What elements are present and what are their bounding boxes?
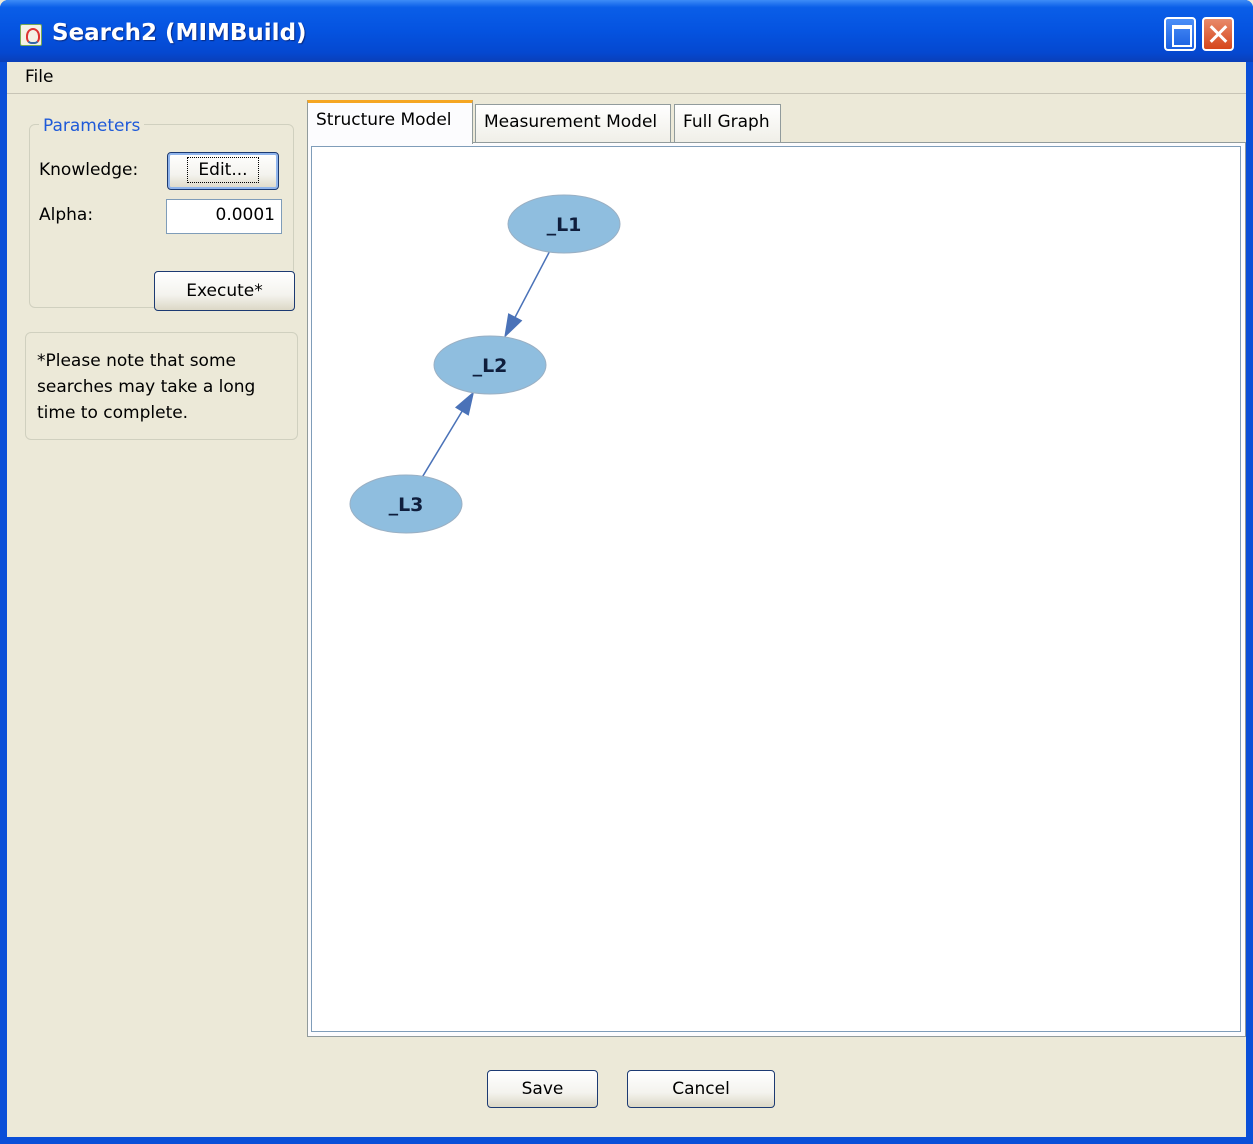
node-label-l1: _L1 bbox=[547, 214, 582, 236]
edit-knowledge-button[interactable]: Edit... bbox=[167, 152, 279, 190]
arrowhead-_L1-_L2 bbox=[504, 313, 523, 339]
java-icon bbox=[20, 24, 42, 46]
maximize-button[interactable] bbox=[1164, 17, 1196, 51]
node-label-l2: _L2 bbox=[473, 355, 508, 377]
arrowhead-_L3-_L2 bbox=[454, 391, 475, 416]
menu-bar: File bbox=[7, 62, 1246, 94]
title-bar[interactable]: Search2 (MIMBuild) bbox=[0, 0, 1253, 62]
window-content: File Parameters Knowledge: Edit... Alpha… bbox=[7, 62, 1246, 1137]
edit-button-label: Edit... bbox=[187, 157, 259, 183]
graph-canvas[interactable]: _L1 _L2 _L3 bbox=[311, 146, 1241, 1032]
alpha-input[interactable]: 0.0001 bbox=[166, 199, 282, 234]
execute-button[interactable]: Execute* bbox=[154, 271, 295, 311]
window-title: Search2 (MIMBuild) bbox=[52, 20, 307, 46]
alpha-label: Alpha: bbox=[39, 205, 94, 225]
app-window: Search2 (MIMBuild) File Parameters Knowl… bbox=[0, 0, 1253, 1144]
cancel-button[interactable]: Cancel bbox=[627, 1070, 775, 1108]
knowledge-label: Knowledge: bbox=[39, 160, 139, 180]
node-label-l3: _L3 bbox=[389, 494, 424, 516]
edge-_L1-_L2 bbox=[511, 250, 551, 323]
graph-svg: _L1 _L2 _L3 bbox=[349, 194, 621, 534]
tab-structure-model[interactable]: Structure Model bbox=[307, 100, 473, 144]
tab-measurement-model[interactable]: Measurement Model bbox=[475, 104, 671, 142]
menu-file[interactable]: File bbox=[25, 67, 53, 87]
parameters-legend: Parameters bbox=[39, 116, 145, 136]
note-text: *Please note that some searches may take… bbox=[37, 351, 256, 423]
edge-_L3-_L2 bbox=[421, 406, 466, 479]
save-button[interactable]: Save bbox=[487, 1070, 598, 1108]
tab-full-graph[interactable]: Full Graph bbox=[674, 104, 781, 142]
close-button[interactable] bbox=[1202, 17, 1234, 51]
